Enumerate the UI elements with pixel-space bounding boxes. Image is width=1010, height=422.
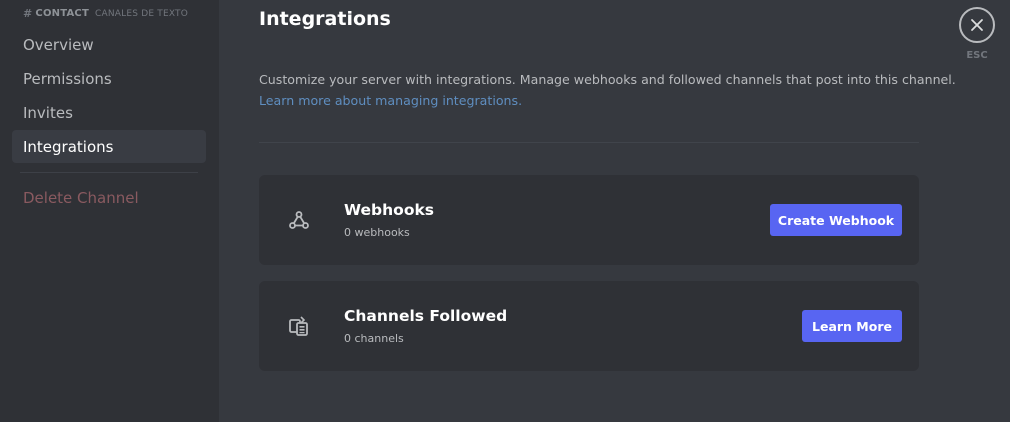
delete-channel-button[interactable]: Delete Channel (12, 181, 206, 214)
category-name: CANALES DE TEXTO (94, 8, 189, 19)
webhooks-count: 0 webhooks (344, 226, 410, 239)
create-webhook-button[interactable]: Create Webhook (770, 204, 902, 236)
webhook-icon (287, 208, 311, 232)
webhooks-title: Webhooks (344, 201, 435, 219)
close-control: ESC (959, 7, 995, 67)
page-description: Customize your server with integrations.… (259, 72, 956, 87)
sidebar-header: # CONTACT CANALES DE TEXTO (23, 7, 188, 20)
channels-followed-card: Channels Followed 0 channels Learn More (259, 281, 919, 371)
sidebar-item-invites[interactable]: Invites (12, 96, 206, 129)
esc-label: ESC (966, 50, 988, 61)
sidebar-item-integrations[interactable]: Integrations (12, 130, 206, 163)
channels-followed-icon (287, 314, 311, 338)
settings-sidebar: # CONTACT CANALES DE TEXTO Overview Perm… (0, 0, 219, 422)
webhooks-card: Webhooks 0 webhooks Create Webhook (259, 175, 919, 265)
content-divider (259, 142, 919, 143)
close-icon (971, 19, 983, 31)
channels-followed-title: Channels Followed (344, 307, 508, 325)
sidebar-divider (20, 172, 198, 173)
sidebar-item-permissions[interactable]: Permissions (12, 62, 206, 95)
learn-more-link[interactable]: Learn more about managing integrations. (259, 93, 522, 108)
sidebar-item-overview[interactable]: Overview (12, 28, 206, 61)
page-title: Integrations (259, 8, 391, 30)
learn-more-button[interactable]: Learn More (802, 310, 902, 342)
close-button[interactable] (959, 7, 995, 43)
channels-followed-count: 0 channels (344, 332, 404, 345)
text-channel-icon: # (23, 7, 33, 20)
channel-name: CONTACT (35, 8, 89, 19)
